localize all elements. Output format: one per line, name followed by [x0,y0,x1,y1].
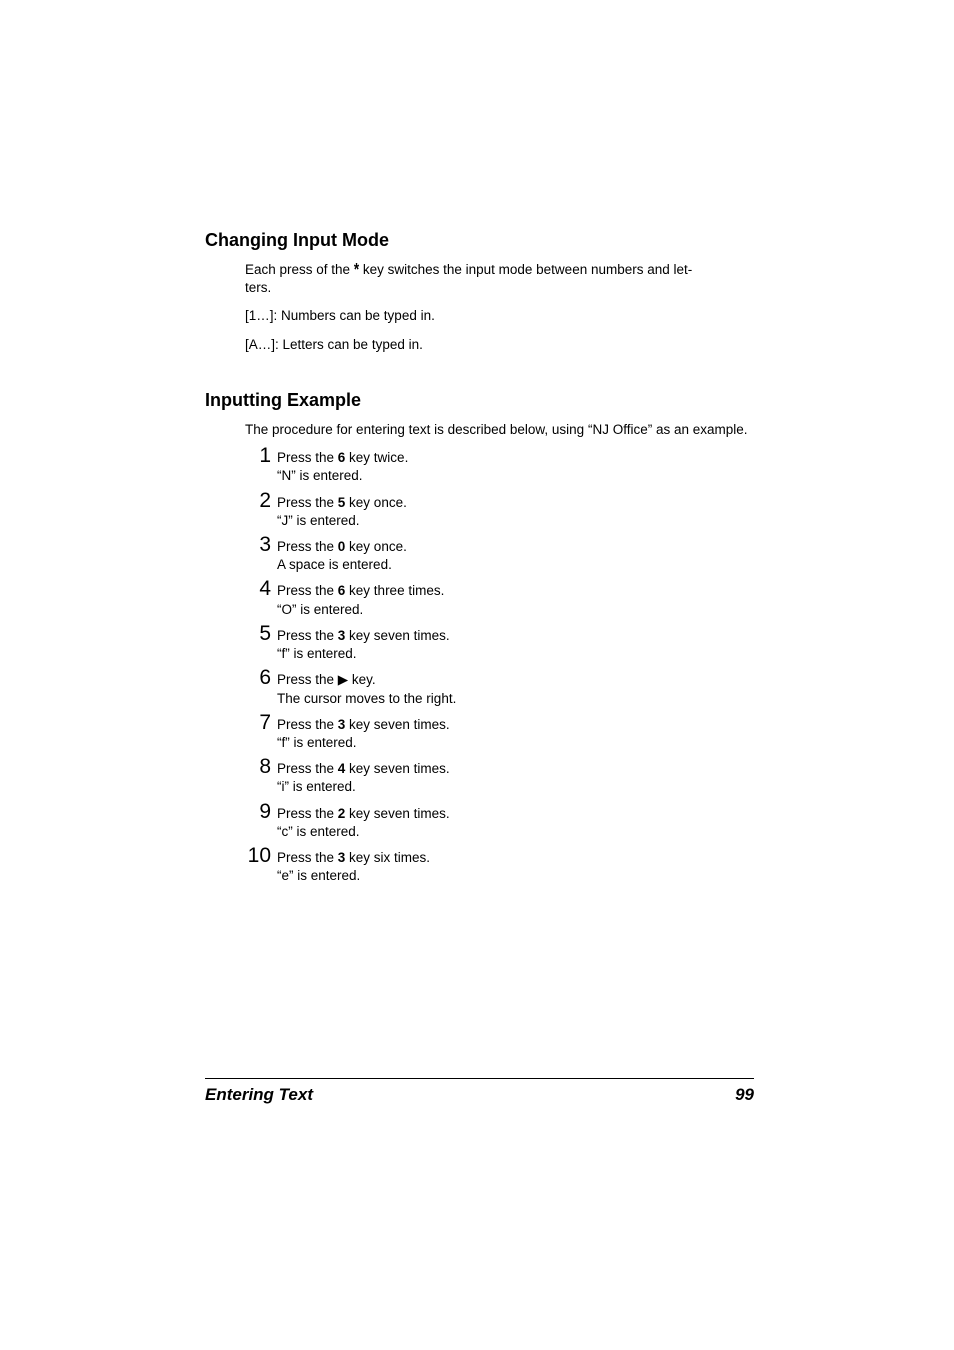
step-line2: “i” is entered. [277,778,754,796]
step-text: key twice. [345,450,408,465]
section1-body: Each press of the * key switches the inp… [205,261,754,354]
section2-body: The procedure for entering text is descr… [205,421,754,886]
step-item: 3 Press the 0 key once. A space is enter… [245,538,754,574]
step-number: 7 [245,709,271,737]
step-line2: The cursor moves to the right. [277,690,754,708]
step-text: key six times. [345,850,430,865]
step-line2: “O” is entered. [277,601,754,619]
step-text: key. [348,672,376,687]
step-line2: “c” is entered. [277,823,754,841]
step-number: 3 [245,531,271,559]
step-line1: Press the 6 key twice. [277,449,754,467]
step-line1: Press the 3 key six times. [277,849,754,867]
step-text: key once. [345,539,407,554]
step-text: key seven times. [345,761,449,776]
step-text: Press the [277,539,338,554]
step-line2: “f” is entered. [277,734,754,752]
heading-changing-input-mode: Changing Input Mode [205,230,754,251]
step-item: 6 Press the ▶ key. The cursor moves to t… [245,671,754,707]
step-item: 7 Press the 3 key seven times. “f” is en… [245,716,754,752]
step-text: Press the [277,717,338,732]
section1-p1: Each press of the * key switches the inp… [245,261,754,297]
step-line1: Press the 4 key seven times. [277,760,754,778]
page-footer: Entering Text 99 [205,1078,754,1105]
section1-p3: [A…]: Letters can be typed in. [245,336,754,354]
p1-part-c-hyphen: - [688,262,693,277]
section2-intro: The procedure for entering text is descr… [245,421,754,439]
steps-list: 1 Press the 6 key twice. “N” is entered.… [245,449,754,885]
step-item: 9 Press the 2 key seven times. “c” is en… [245,805,754,841]
step-text: key three times. [345,583,444,598]
step-item: 5 Press the 3 key seven times. “f” is en… [245,627,754,663]
step-item: 10 Press the 3 key six times. “e” is ent… [245,849,754,885]
step-text: Press the [277,806,338,821]
page: Changing Input Mode Each press of the * … [0,0,954,1350]
step-line1: Press the 3 key seven times. [277,627,754,645]
step-line2: “J” is entered. [277,512,754,530]
page-number: 99 [735,1085,754,1105]
step-number: 4 [245,575,271,603]
step-line2: “f” is entered. [277,645,754,663]
step-item: 8 Press the 4 key seven times. “i” is en… [245,760,754,796]
step-number: 6 [245,664,271,692]
star-key-icon: * [354,258,359,282]
footer-rule [205,1078,754,1079]
step-text: Press the [277,672,338,687]
step-number: 1 [245,442,271,470]
step-item: 4 Press the 6 key three times. “O” is en… [245,582,754,618]
step-line2: A space is entered. [277,556,754,574]
step-text: Press the [277,850,338,865]
heading-inputting-example: Inputting Example [205,390,754,411]
p1-part-c: ters. [245,280,271,295]
step-number: 10 [233,842,271,870]
step-text: Press the [277,495,338,510]
step-item: 1 Press the 6 key twice. “N” is entered. [245,449,754,485]
step-text: Press the [277,450,338,465]
step-number: 2 [245,487,271,515]
p1-part-b: key switches the input mode between numb… [359,262,688,277]
step-number: 8 [245,753,271,781]
step-line1: Press the 3 key seven times. [277,716,754,734]
step-line2: “N” is entered. [277,467,754,485]
p1-part-a: Each press of the [245,262,354,277]
step-line1: Press the 6 key three times. [277,582,754,600]
step-item: 2 Press the 5 key once. “J” is entered. [245,494,754,530]
step-line1: Press the 5 key once. [277,494,754,512]
step-text: Press the [277,583,338,598]
step-line1: Press the 2 key seven times. [277,805,754,823]
step-number: 5 [245,620,271,648]
step-text: key seven times. [345,717,449,732]
footer-title: Entering Text [205,1085,313,1105]
step-text: Press the [277,761,338,776]
step-text: key seven times. [345,806,449,821]
step-line1: Press the ▶ key. [277,671,754,689]
step-text: key once. [345,495,407,510]
right-arrow-icon: ▶ [338,672,348,687]
step-line2: “e” is entered. [277,867,754,885]
step-number: 9 [245,798,271,826]
step-text: key seven times. [345,628,449,643]
section1-p2: [1…]: Numbers can be typed in. [245,307,754,325]
step-line1: Press the 0 key once. [277,538,754,556]
step-text: Press the [277,628,338,643]
